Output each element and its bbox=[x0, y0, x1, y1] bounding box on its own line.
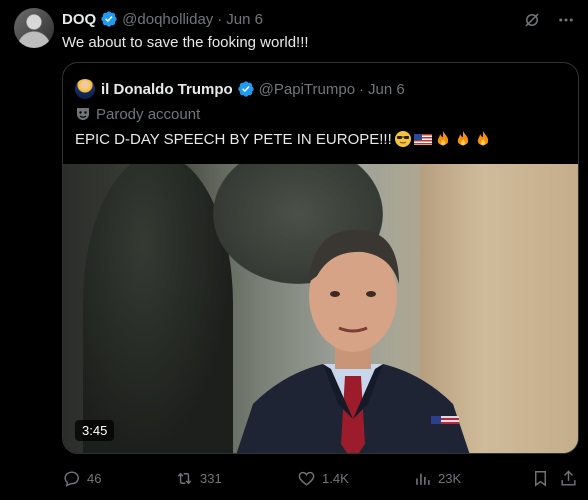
author-name[interactable]: DOQ bbox=[62, 11, 96, 28]
quoted-author-handle[interactable]: @PapiTrumpo bbox=[259, 81, 355, 98]
verified-badge-icon bbox=[237, 80, 255, 98]
quoted-tweet-text: EPIC D-DAY SPEECH BY PETE IN EUROPE!!! bbox=[75, 130, 492, 148]
quoted-author-avatar[interactable] bbox=[75, 79, 95, 99]
view-count: 23K bbox=[438, 470, 462, 486]
like-count: 1.4K bbox=[322, 470, 349, 486]
tweet-header: DOQ @doqholliday · Jun 6 bbox=[62, 9, 263, 29]
video-thumbnail-speaker bbox=[236, 229, 470, 453]
separator-dot: · bbox=[217, 10, 223, 28]
verified-badge-icon bbox=[100, 10, 118, 28]
author-avatar[interactable] bbox=[14, 8, 54, 48]
quoted-tweet-text-content: EPIC D-DAY SPEECH BY PETE IN EUROPE!!! bbox=[75, 130, 392, 148]
share-button[interactable] bbox=[559, 467, 578, 489]
reply-count: 46 bbox=[87, 470, 102, 486]
us-flag-emoji bbox=[413, 130, 432, 148]
video-duration-badge: 3:45 bbox=[75, 420, 115, 441]
tweet-text: We about to save the fooking world!!! bbox=[62, 34, 309, 51]
video-background-tree bbox=[83, 164, 233, 453]
tweet-top-actions bbox=[522, 10, 576, 30]
quoted-tweet[interactable]: il Donaldo Trumpo @PapiTrumpo · Jun 6 Pa… bbox=[62, 62, 579, 454]
author-handle[interactable]: @doqholliday bbox=[122, 11, 213, 28]
quoted-author-name[interactable]: il Donaldo Trumpo bbox=[101, 81, 233, 98]
repost-icon bbox=[177, 472, 192, 484]
reply-button[interactable]: 46 bbox=[62, 467, 101, 489]
bookmark-icon bbox=[535, 470, 546, 487]
bookmark-button[interactable] bbox=[531, 467, 550, 489]
tweet-date[interactable]: Jun 6 bbox=[226, 11, 263, 28]
tweet-actions-bar: 46 331 1.4K 23K bbox=[62, 467, 579, 489]
quoted-tweet-header: il Donaldo Trumpo @PapiTrumpo · Jun 6 bbox=[75, 79, 405, 99]
fire-emoji bbox=[474, 130, 492, 148]
reply-icon bbox=[64, 470, 79, 487]
more-icon[interactable] bbox=[556, 10, 576, 30]
sunglasses-emoji bbox=[394, 130, 412, 148]
repost-button[interactable]: 331 bbox=[175, 467, 222, 489]
fire-emoji bbox=[454, 130, 472, 148]
heart-icon bbox=[298, 471, 315, 486]
fire-emoji bbox=[434, 130, 452, 148]
share-icon bbox=[561, 469, 576, 486]
quoted-tweet-date[interactable]: Jun 6 bbox=[368, 81, 405, 98]
parody-label-text: Parody account bbox=[96, 105, 201, 123]
views-button[interactable]: 23K bbox=[413, 467, 461, 489]
views-icon bbox=[416, 473, 430, 485]
video-player[interactable]: 3:45 bbox=[63, 164, 578, 453]
parody-label: Parody account bbox=[75, 105, 200, 123]
tweet[interactable]: DOQ @doqholliday · Jun 6 We about to sav… bbox=[0, 0, 588, 500]
like-button[interactable]: 1.4K bbox=[297, 467, 349, 489]
repost-count: 331 bbox=[200, 470, 222, 486]
grok-icon[interactable] bbox=[522, 10, 542, 30]
separator-dot: · bbox=[359, 80, 365, 98]
theater-mask-icon bbox=[75, 106, 91, 122]
